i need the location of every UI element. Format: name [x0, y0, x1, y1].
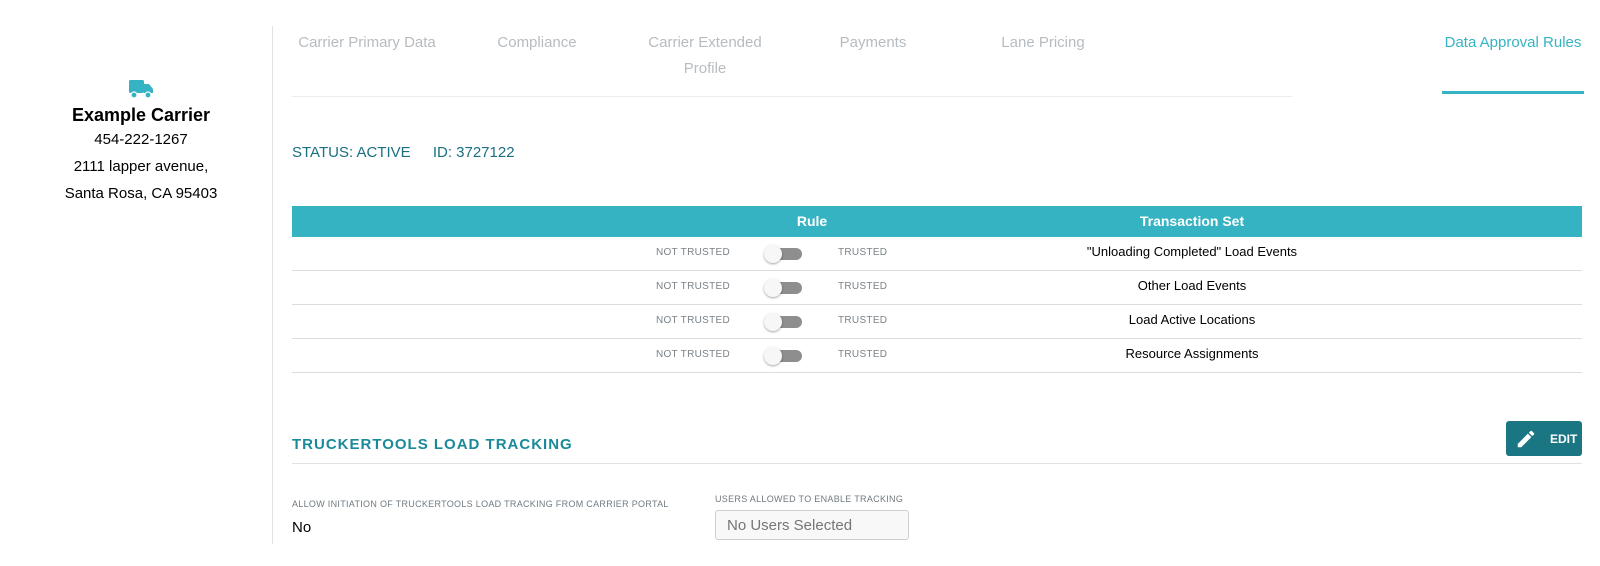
vertical-divider: [272, 26, 273, 544]
carrier-address-line2: Santa Rosa, CA 95403: [64, 185, 218, 202]
trusted-label: TRUSTED: [838, 349, 888, 360]
data-approval-rules-table: Rule Transaction Set NOT TRUSTED TRUSTED…: [292, 206, 1582, 373]
tab-bar: Carrier Primary Data Compliance Carrier …: [292, 26, 1584, 97]
trust-toggle[interactable]: [764, 313, 802, 331]
carrier-card: Example Carrier 454-222-1267 2111 lapper…: [0, 78, 282, 207]
trusted-label: TRUSTED: [838, 247, 888, 258]
users-allowed-label: USERS ALLOWED TO ENABLE TRACKING: [715, 494, 904, 504]
users-allowed-input[interactable]: [715, 510, 909, 540]
section-divider: [292, 463, 1582, 464]
trusted-label: TRUSTED: [838, 281, 888, 292]
trusted-label: TRUSTED: [838, 315, 888, 326]
table-row: NOT TRUSTED TRUSTED Load Active Location…: [292, 305, 1582, 339]
carrier-name: Example Carrier: [71, 105, 211, 125]
transaction-set-name: Other Load Events: [1137, 278, 1247, 293]
carrier-id: ID: 3727122: [432, 144, 515, 161]
not-trusted-label: NOT TRUSTED: [655, 247, 730, 258]
not-trusted-label: NOT TRUSTED: [655, 315, 730, 326]
allow-tracking-value: No: [292, 519, 312, 536]
not-trusted-label: NOT TRUSTED: [655, 349, 730, 360]
tab-carrier-extended-profile[interactable]: Carrier Extended Profile: [630, 30, 780, 82]
transaction-set-name: Load Active Locations: [1128, 312, 1256, 327]
carrier-phone: 454-222-1267: [94, 131, 188, 148]
pencil-icon: [1517, 430, 1535, 448]
trust-toggle[interactable]: [764, 245, 802, 263]
tab-carrier-primary-data[interactable]: Carrier Primary Data: [292, 30, 442, 56]
edit-button[interactable]: EDIT: [1506, 421, 1582, 456]
edit-button-label: EDIT: [1550, 432, 1578, 446]
tab-data-approval-rules[interactable]: Data Approval Rules: [1438, 30, 1588, 56]
table-row: NOT TRUSTED TRUSTED "Unloading Completed…: [292, 237, 1582, 271]
status-text: STATUS: ACTIVE: [292, 144, 411, 161]
carrier-address-line1: 2111 lapper avenue,: [73, 158, 209, 175]
transaction-set-name: "Unloading Completed" Load Events: [1086, 244, 1298, 259]
table-header: Rule Transaction Set: [292, 206, 1582, 237]
table-row: NOT TRUSTED TRUSTED Resource Assignments: [292, 339, 1582, 373]
trust-toggle[interactable]: [764, 279, 802, 297]
status-line: STATUS: ACTIVE ID: 3727122: [292, 144, 533, 161]
tab-compliance[interactable]: Compliance: [462, 30, 612, 56]
allow-tracking-label: ALLOW INITIATION OF TRUCKERTOOLS LOAD TR…: [292, 499, 669, 509]
table-row: NOT TRUSTED TRUSTED Other Load Events: [292, 271, 1582, 305]
header-transaction-set: Transaction Set: [1139, 213, 1245, 229]
header-rule: Rule: [796, 213, 828, 229]
tab-lane-pricing[interactable]: Lane Pricing: [968, 30, 1118, 56]
section-title-truckertools: TRUCKERTOOLS LOAD TRACKING: [292, 436, 573, 453]
active-tab-indicator: [1442, 91, 1584, 94]
not-trusted-label: NOT TRUSTED: [655, 281, 730, 292]
transaction-set-name: Resource Assignments: [1125, 346, 1259, 361]
truck-icon: [129, 80, 153, 99]
tab-payments[interactable]: Payments: [798, 30, 948, 56]
trust-toggle[interactable]: [764, 347, 802, 365]
